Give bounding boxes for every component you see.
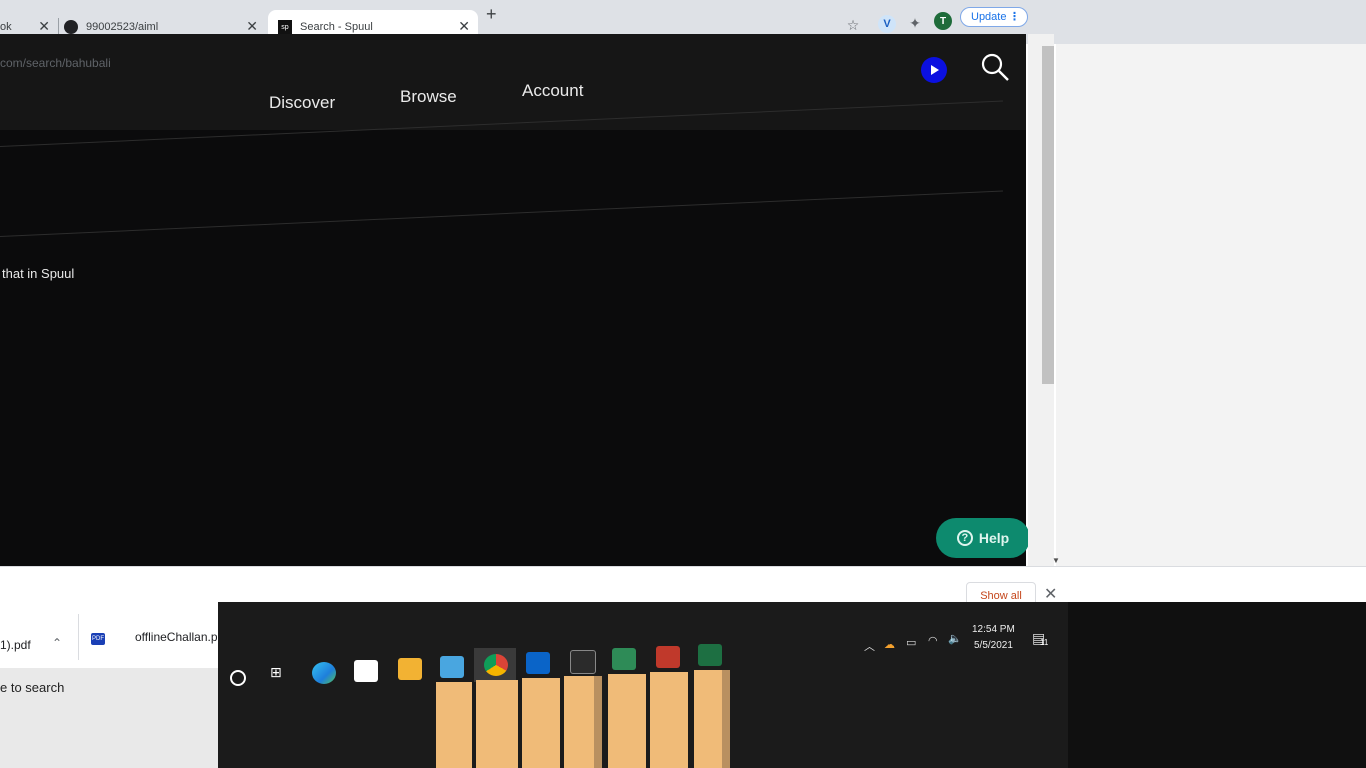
edge-icon[interactable] — [312, 662, 336, 684]
close-icon[interactable]: ✕ — [246, 18, 258, 35]
extensions-puzzle-icon[interactable]: ✦ — [906, 14, 924, 32]
play-icon[interactable] — [921, 57, 947, 83]
plank-decoration — [594, 676, 602, 768]
pdf-file-icon: PDF — [91, 633, 105, 645]
plank-decoration — [564, 676, 594, 768]
plank-decoration — [436, 682, 472, 768]
download-item-name[interactable]: 1).pdf — [0, 638, 31, 652]
clock-date[interactable]: 5/5/2021 — [974, 640, 1013, 651]
outlook-icon[interactable] — [526, 652, 550, 674]
task-view-icon[interactable]: ⊞ — [270, 664, 294, 686]
plank-decoration — [476, 680, 518, 768]
extension-v-icon[interactable]: V — [878, 15, 896, 33]
update-label: Update — [971, 11, 1007, 23]
plank-decoration — [722, 670, 730, 768]
notification-center-icon[interactable]: ▤ 11 — [1032, 630, 1050, 648]
no-results-message: that in Spuul — [2, 266, 75, 281]
url-text[interactable]: com/search/bahubali — [0, 56, 111, 70]
chrome-icon[interactable] — [484, 654, 508, 676]
plank-decoration — [522, 678, 560, 768]
clock-time[interactable]: 12:54 PM — [972, 624, 1015, 635]
download-item-name[interactable]: offlineChallan.pdf — [135, 630, 228, 644]
chevron-up-icon[interactable]: ⌃ — [52, 636, 62, 650]
nav-account[interactable]: Account — [522, 81, 583, 101]
tab-title: ok — [0, 21, 12, 33]
question-icon: ? — [956, 530, 973, 546]
scroll-down-arrow-icon[interactable]: ▼ — [1052, 556, 1060, 565]
plank-decoration — [694, 670, 724, 768]
close-icon[interactable]: ✕ — [458, 18, 470, 35]
download-separator — [78, 614, 79, 660]
cortana-icon[interactable] — [230, 670, 246, 686]
wifi-icon[interactable]: ◠ — [928, 634, 938, 647]
search-icon[interactable] — [980, 52, 1010, 82]
help-label: Help — [978, 530, 1010, 546]
plank-decoration — [650, 672, 688, 768]
mail-icon[interactable] — [398, 658, 422, 680]
excel-icon[interactable] — [698, 644, 722, 666]
site-header — [0, 34, 1026, 130]
tab-title: 99002523/aiml — [86, 21, 159, 33]
teams-icon[interactable] — [656, 646, 680, 668]
notepad-icon[interactable] — [612, 648, 636, 670]
scrollbar-thumb[interactable] — [1042, 46, 1054, 384]
spuul-favicon: sp — [278, 20, 292, 34]
nav-discover[interactable]: Discover — [269, 93, 335, 113]
tray-chevron-icon[interactable]: ︿ — [864, 638, 875, 654]
taskbar-tray-region — [1068, 602, 1366, 768]
onedrive-icon[interactable]: ☁ — [884, 638, 895, 651]
terminal-icon[interactable] — [570, 650, 596, 674]
windows-search-placeholder[interactable]: e to search — [0, 680, 64, 695]
new-tab-button[interactable]: + — [486, 4, 497, 25]
volume-icon[interactable]: 🔈 — [948, 632, 962, 645]
file-explorer-icon[interactable] — [440, 656, 464, 678]
nav-browse[interactable]: Browse — [400, 87, 457, 107]
plank-decoration — [608, 674, 646, 768]
tab-title: Search - Spuul — [300, 21, 373, 33]
menu-dots-icon[interactable]: ⋮ — [1009, 10, 1020, 23]
close-icon[interactable]: ✕ — [38, 18, 50, 35]
close-icon[interactable]: ✕ — [1044, 584, 1057, 604]
window-background — [1056, 30, 1366, 570]
github-icon — [64, 20, 78, 34]
notification-count: 11 — [1040, 638, 1049, 647]
help-button[interactable]: ? Help — [936, 518, 1030, 558]
bookmark-star-icon[interactable]: ☆ — [844, 16, 862, 34]
battery-icon[interactable]: ▭ — [906, 636, 916, 649]
store-icon[interactable] — [354, 660, 378, 682]
profile-avatar[interactable]: T — [934, 12, 952, 30]
update-button[interactable]: Update ⋮ — [960, 7, 1028, 27]
